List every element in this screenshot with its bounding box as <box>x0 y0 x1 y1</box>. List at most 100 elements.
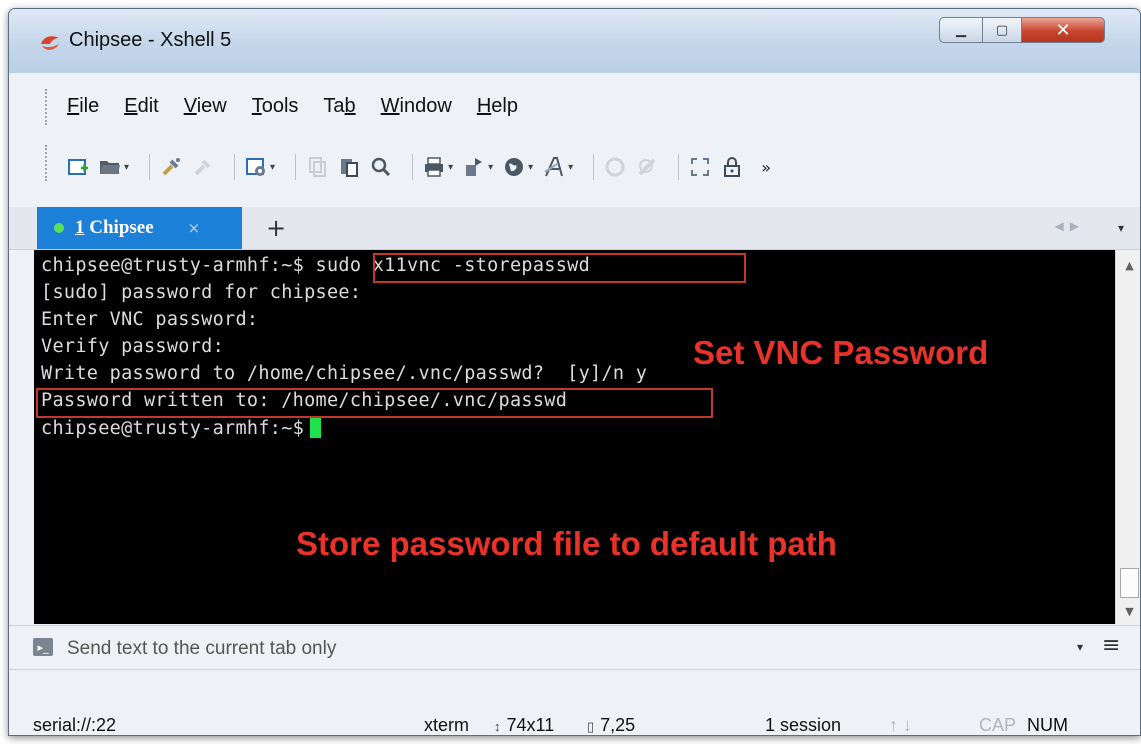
status-terminal-type: xterm <box>424 715 469 735</box>
more-button[interactable]: » <box>761 158 771 177</box>
find-icon <box>371 157 391 177</box>
menu-tab-pre: Ta <box>323 95 345 117</box>
status-cursor-value: 7,25 <box>600 715 636 735</box>
menu-window[interactable]: Window <box>381 95 452 118</box>
font-button[interactable]: ▾ <box>543 156 573 178</box>
fullscreen-button[interactable] <box>689 156 711 178</box>
menu-view-rest: iew <box>196 95 227 117</box>
toolbar: ▾ ▾ ▾ ▾ ▾ ▾ » <box>67 147 1130 187</box>
annotation-store-path: Store password file to default path <box>296 525 837 562</box>
toolbar-separator <box>678 154 680 180</box>
menu-tab-access-key: b <box>344 95 356 117</box>
menu-edit-access-key: E <box>124 95 138 117</box>
copy-button[interactable] <box>306 156 328 178</box>
menu-grip[interactable] <box>45 89 49 125</box>
tab-chipsee[interactable]: 1 Chipsee × <box>37 207 242 249</box>
terminal-line: Write password to /home/chipsee/.vnc/pas… <box>41 363 648 384</box>
connect-icon <box>162 158 181 176</box>
tab-name: Chipsee <box>89 217 154 238</box>
tab-list-dropdown-icon[interactable]: ▾ <box>1118 221 1124 235</box>
xftp-icon <box>638 158 656 176</box>
transfer-arrows-icon: ↑ ↓ <box>889 715 913 735</box>
connect-button[interactable] <box>160 156 182 178</box>
status-bar: serial://:22 xterm ↕ 74x11 ▯ 7,25 1 sessio… <box>9 669 1140 735</box>
globe-button[interactable]: ▾ <box>503 156 533 178</box>
terminal-view[interactable]: chipsee@trusty-armhf:~$ sudo x11vnc -sto… <box>34 250 1115 624</box>
status-cursor-position: ▯ 7,25 <box>587 715 636 735</box>
transfer-button[interactable]: ▾ <box>463 156 493 178</box>
compose-menu-icon[interactable]: ≡ <box>1102 633 1120 658</box>
compose-bar: ▸_ ▾ ≡ <box>9 625 1140 670</box>
xftp-button[interactable] <box>636 156 658 178</box>
properties-icon <box>246 158 266 176</box>
xshell-app-icon <box>41 36 59 50</box>
script-icon <box>605 157 625 177</box>
menu-bar: File Edit View Tools Tab Window Help <box>67 95 543 118</box>
minimize-button[interactable]: ▁ <box>939 17 983 43</box>
tab-close-icon[interactable]: × <box>188 219 201 237</box>
menu-window-rest: indow <box>399 95 452 117</box>
send-target-dropdown-icon[interactable]: ▾ <box>1077 640 1083 654</box>
find-button[interactable] <box>370 156 392 178</box>
cursor-position-icon: ▯ <box>587 719 595 734</box>
tab-scroll-arrows[interactable]: ◀▶ <box>1055 219 1085 233</box>
disconnect-icon <box>194 159 211 176</box>
terminal-line: Verify password: <box>41 336 225 357</box>
menu-tools-access-key: T <box>251 95 262 117</box>
tab-label: 1 Chipsee <box>75 217 154 239</box>
status-size: ↕ 74x11 <box>494 715 554 735</box>
menu-view-access-key: V <box>183 95 197 117</box>
globe-icon <box>505 158 524 176</box>
menu-tools-rest: ools <box>261 95 299 117</box>
open-button[interactable]: ▾ <box>99 156 129 178</box>
menu-tools[interactable]: Tools <box>252 95 299 118</box>
maximize-button[interactable]: ▢ <box>982 17 1022 43</box>
toolbar-separator <box>149 154 151 180</box>
menu-edit[interactable]: Edit <box>124 95 158 118</box>
paste-button[interactable] <box>338 156 360 178</box>
title-bar[interactable]: Chipsee - Xshell 5 ▁ ▢ ✕ <box>9 9 1140 73</box>
xshell-window: Chipsee - Xshell 5 ▁ ▢ ✕ File Edit View … <box>8 8 1141 736</box>
transfer-icon <box>466 158 483 176</box>
toolbar-grip[interactable] <box>45 145 49 181</box>
print-icon <box>425 157 444 177</box>
open-folder-icon <box>100 161 120 174</box>
menu-file-rest: ile <box>79 95 100 117</box>
send-text-input[interactable] <box>65 636 969 662</box>
scrollbar-thumb[interactable] <box>1120 568 1139 598</box>
menu-toolbar-area: File Edit View Tools Tab Window Help ▾ ▾… <box>9 73 1140 181</box>
menu-file[interactable]: File <box>67 95 99 118</box>
status-num-lock: NUM <box>1027 715 1068 735</box>
print-button[interactable]: ▾ <box>423 156 453 178</box>
resize-icon: ↕ <box>494 719 501 734</box>
lock-button[interactable] <box>721 156 743 178</box>
menu-window-access-key: W <box>380 95 400 117</box>
add-tab-button[interactable]: + <box>254 207 298 249</box>
menu-edit-rest: dit <box>137 95 159 117</box>
script-button[interactable] <box>604 156 626 178</box>
disconnect-button[interactable] <box>192 156 214 178</box>
status-sessions: 1 session <box>765 715 842 735</box>
menu-tab[interactable]: Tab <box>323 95 355 118</box>
command-highlight-box <box>373 253 746 283</box>
window-title: Chipsee - Xshell 5 <box>69 29 232 51</box>
new-session-button[interactable] <box>67 156 89 178</box>
terminal-line: chipsee@trusty-armhf:~$ <box>41 417 322 439</box>
close-button[interactable]: ✕ <box>1021 17 1105 43</box>
toolbar-separator <box>412 154 414 180</box>
terminal-cursor <box>310 417 322 438</box>
fullscreen-icon <box>691 158 710 176</box>
menu-help-rest: elp <box>491 95 518 117</box>
menu-view[interactable]: View <box>184 95 227 118</box>
copy-icon <box>309 157 327 177</box>
paste-icon <box>341 159 359 177</box>
status-connection: serial://:22 <box>33 715 117 735</box>
scroll-down-icon[interactable]: ▼ <box>1116 600 1140 622</box>
terminal-prompt: chipsee@trusty-armhf:~$ <box>41 418 305 439</box>
compose-bar-icon[interactable]: ▸_ <box>33 638 53 656</box>
terminal-line: Enter VNC password: <box>41 309 259 330</box>
properties-button[interactable]: ▾ <box>245 156 275 178</box>
scroll-up-icon[interactable]: ▲ <box>1116 254 1140 276</box>
menu-help[interactable]: Help <box>477 95 518 118</box>
terminal-scrollbar[interactable]: ▲ ▼ <box>1115 250 1140 624</box>
